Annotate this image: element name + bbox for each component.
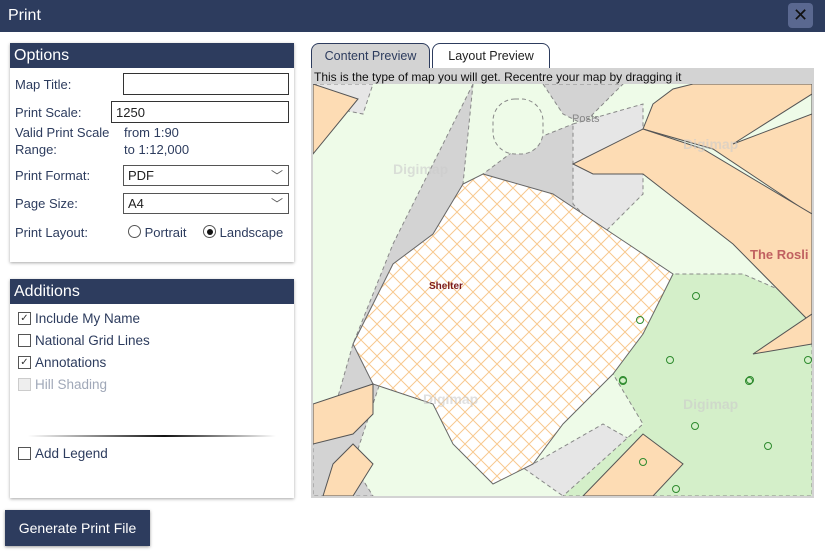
chevron-down-icon: ﹀ <box>270 169 283 183</box>
map-title-input[interactable] <box>123 73 289 95</box>
portrait-radio[interactable] <box>128 225 141 238</box>
map-label-shelter: Shelter <box>429 281 463 292</box>
chevron-down-icon: ﹀ <box>270 197 283 211</box>
map-label-posts: Posts <box>572 113 600 125</box>
landscape-label: Landscape <box>219 225 284 240</box>
print-format-label: Print Format: <box>15 168 91 183</box>
landscape-radio[interactable] <box>203 225 216 238</box>
dialog-titlebar: Print ✕ <box>0 0 825 32</box>
page-size-label: Page Size: <box>15 196 78 211</box>
tab-label: Layout Preview <box>448 49 534 63</box>
checkbox-label: Hill Shading <box>35 377 108 392</box>
divider <box>28 435 276 437</box>
tab-layout-preview[interactable]: Layout Preview <box>432 43 550 68</box>
print-layout-label: Print Layout: <box>15 225 88 240</box>
close-icon: ✕ <box>792 5 809 25</box>
generate-print-file-button[interactable]: Generate Print File <box>5 510 150 546</box>
checkbox-include-my-name[interactable]: ✓ <box>18 312 31 325</box>
page-size-select[interactable]: A4 ﹀ <box>123 193 289 214</box>
map-title-label: Map Title: <box>15 77 72 92</box>
tab-label: Content Preview <box>324 49 417 63</box>
watermark: Digimap <box>423 391 478 407</box>
add-legend-label: Add Legend <box>35 446 108 461</box>
checkbox-hill-shading <box>18 378 31 391</box>
map-label-building: The Rosli <box>750 247 809 262</box>
tab-content-preview[interactable]: Content Preview <box>311 43 430 68</box>
checkbox-label: National Grid Lines <box>35 333 150 348</box>
print-scale-input[interactable] <box>111 101 289 123</box>
watermark: Digimap <box>393 161 448 177</box>
portrait-radio-option[interactable]: Portrait <box>128 225 187 240</box>
landscape-radio-option[interactable]: Landscape <box>203 225 283 240</box>
add-legend-checkbox[interactable] <box>18 447 31 460</box>
watermark: Digimap <box>683 136 738 152</box>
close-button[interactable]: ✕ <box>788 3 813 28</box>
watermark: Digimap <box>683 396 738 412</box>
preview-hint: This is the type of map you will get. Re… <box>314 70 682 84</box>
additions-heading: Additions <box>10 279 294 304</box>
print-format-value: PDF <box>128 168 154 183</box>
valid-range-label: Valid Print Scale <box>15 125 110 140</box>
portrait-label: Portrait <box>144 225 187 240</box>
valid-range-to: to 1:12,000 <box>124 142 190 157</box>
traffic-island <box>492 98 544 155</box>
checkbox-label: Annotations <box>35 355 107 370</box>
dialog-title: Print <box>8 7 41 24</box>
checkbox-label: Include My Name <box>35 311 141 326</box>
checkbox-annotations[interactable]: ✓ <box>18 356 31 369</box>
print-format-select[interactable]: PDF ﹀ <box>123 165 289 186</box>
print-scale-label: Print Scale: <box>15 105 82 120</box>
valid-range-label-2: Range: <box>15 142 57 157</box>
map-preview[interactable]: Digimap Digimap Digimap Digimap Posts Sh… <box>313 84 812 496</box>
page-size-value: A4 <box>128 196 144 211</box>
options-heading: Options <box>10 43 294 68</box>
valid-range-from: from 1:90 <box>124 125 179 140</box>
checkbox-national-grid-lines[interactable] <box>18 334 31 347</box>
